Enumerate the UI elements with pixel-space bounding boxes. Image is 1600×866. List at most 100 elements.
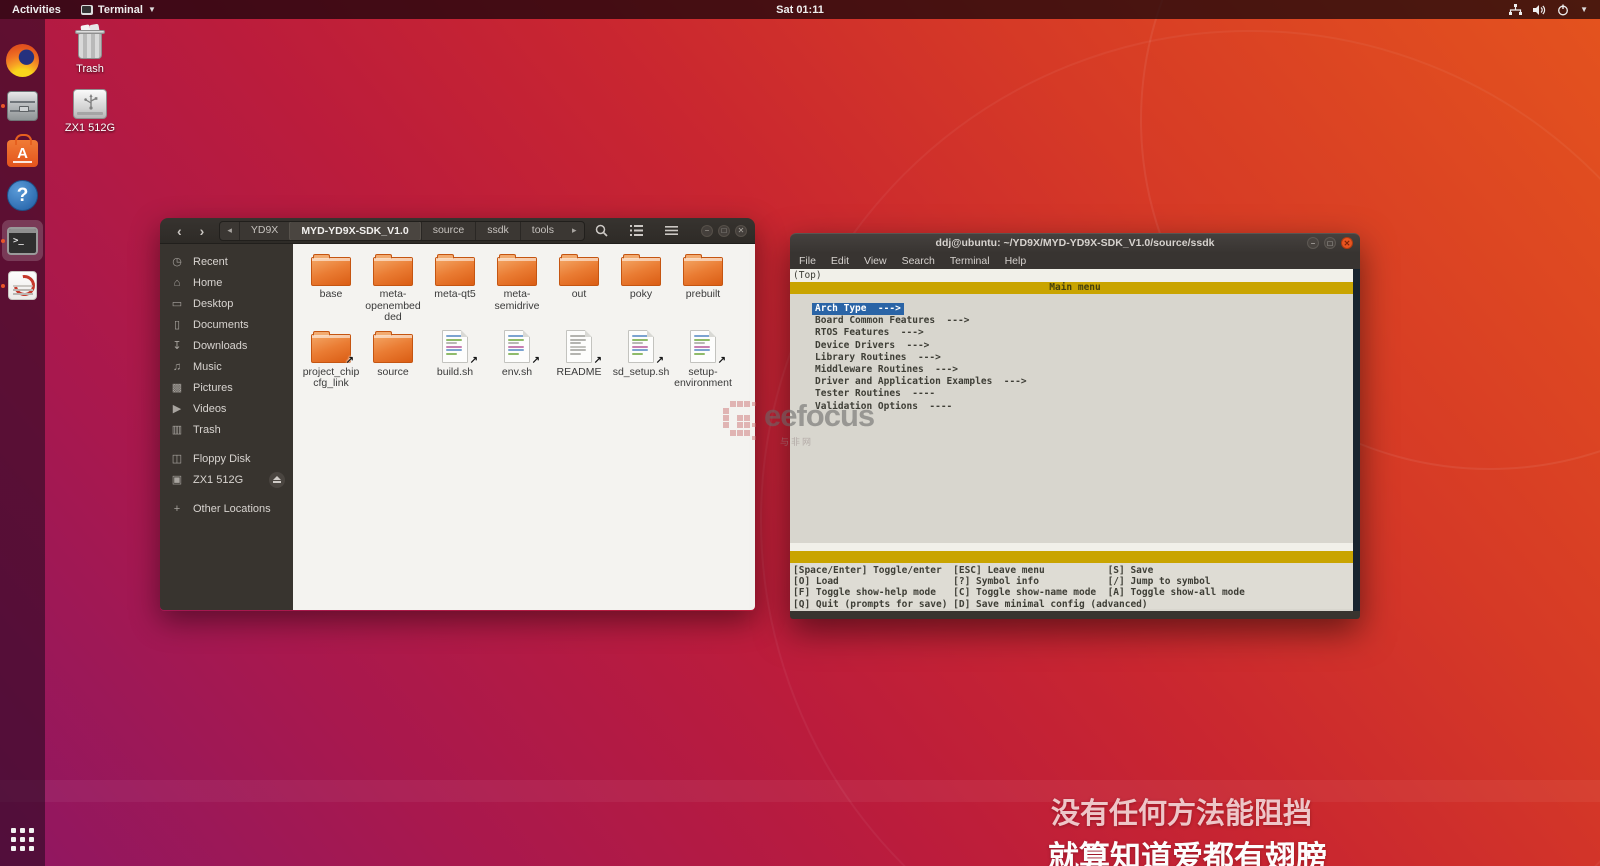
sidebar-item-documents[interactable]: ▯ Documents	[160, 314, 293, 335]
forward-button[interactable]: ›	[191, 219, 214, 243]
file-name: build.sh	[436, 365, 474, 378]
back-button[interactable]: ‹	[168, 219, 191, 243]
file-item-meta-openembedded[interactable]: meta-openembedded	[362, 252, 424, 324]
file-item-poky[interactable]: poky	[610, 252, 672, 301]
file-item-project_chipcfg_link[interactable]: ↗ project_chipcfg_link	[300, 330, 362, 390]
clock-label: Sat 01:11	[776, 3, 824, 16]
maximize-button[interactable]: □	[1324, 237, 1336, 249]
running-indicator	[1, 239, 5, 243]
dock: A ?	[0, 19, 45, 866]
sidebar-item-icon: ▥	[171, 424, 183, 436]
activities-label: Activities	[12, 3, 61, 16]
system-status-area[interactable]: ▼	[1509, 0, 1600, 19]
sidebar-item-videos[interactable]: ▶ Videos	[160, 398, 293, 419]
terminal-menu-edit[interactable]: Edit	[831, 255, 849, 267]
file-item-source[interactable]: source	[362, 330, 424, 379]
dock-item-ubuntu-software[interactable]: A	[2, 130, 43, 171]
menu-button[interactable]	[658, 222, 684, 240]
sidebar-item-music[interactable]: ♫ Music	[160, 356, 293, 377]
file-line	[508, 349, 525, 352]
show-applications-button[interactable]	[2, 822, 43, 856]
activities-button[interactable]: Activities	[0, 0, 73, 19]
path-scroll-left-icon[interactable]: ◂	[220, 225, 239, 236]
search-button[interactable]	[588, 222, 614, 240]
terminal-window: ddj@ubuntu: ~/YD9X/MYD-YD9X-SDK_V1.0/sou…	[790, 233, 1360, 619]
folder-icon	[682, 252, 724, 286]
terminal-menu-help[interactable]: Help	[1005, 255, 1027, 267]
close-button[interactable]: ✕	[1341, 237, 1353, 249]
eject-button[interactable]	[269, 471, 285, 488]
dock-item-files[interactable]	[1, 85, 43, 126]
file-item-README[interactable]: ↗ README	[548, 330, 610, 379]
sidebar-item-other-locations[interactable]: + Other Locations	[160, 498, 293, 519]
terminal-menu-search[interactable]: Search	[902, 255, 935, 267]
file-line	[632, 349, 649, 352]
dock-item-terminal[interactable]	[1, 220, 43, 261]
app-menu-button[interactable]: Terminal ▼	[73, 0, 164, 19]
file-item-build.sh[interactable]: ↗ build.sh	[424, 330, 486, 379]
file-item-setup-environment[interactable]: ↗ setup-environment	[672, 330, 734, 390]
file-item-env.sh[interactable]: ↗ env.sh	[486, 330, 548, 379]
clock[interactable]: Sat 01:11	[0, 4, 1600, 16]
keybind-line: [F] Toggle show-help mode [C] Toggle sho…	[793, 587, 1245, 599]
path-segment[interactable]: MYD-YD9X-SDK_V1.0	[289, 221, 421, 240]
terminal-scrollbar[interactable]	[1353, 269, 1360, 611]
file-item-sd_setup.sh[interactable]: ↗ sd_setup.sh	[610, 330, 672, 379]
sidebar-item-floppy-disk[interactable]: ◫ Floppy Disk	[160, 448, 293, 469]
file-item-meta-semidrive[interactable]: meta-semidrive	[486, 252, 548, 312]
file-item-prebuilt[interactable]: prebuilt	[672, 252, 734, 301]
minimize-button[interactable]: −	[701, 224, 713, 237]
folder-icon	[310, 252, 352, 286]
file-name: README	[556, 365, 602, 378]
file-line	[570, 342, 581, 345]
file-line	[446, 342, 457, 345]
path-segment[interactable]: source	[420, 221, 476, 240]
symlink-emblem-icon: ↗	[345, 354, 354, 366]
menuconfig-item[interactable]: Validation Options ----	[812, 401, 955, 413]
path-scroll-right-icon[interactable]: ▸	[565, 225, 584, 236]
path-segment[interactable]: tools	[519, 221, 565, 240]
folder-glyph	[435, 253, 475, 286]
dock-item-firefox[interactable]	[2, 40, 43, 81]
terminal-menu-file[interactable]: File	[799, 255, 816, 267]
files-icon	[7, 90, 38, 121]
minimize-button[interactable]: −	[1307, 237, 1319, 249]
sidebar-item-icon: ◫	[171, 453, 183, 465]
subtitle-line-2: 就算知道爱都有翅膀	[1048, 840, 1327, 866]
sidebar-item-desktop[interactable]: ▭ Desktop	[160, 293, 293, 314]
file-item-base[interactable]: base	[300, 252, 362, 301]
path-segment[interactable]: YD9X	[238, 221, 289, 240]
file-line	[446, 335, 463, 337]
terminal-menu-view[interactable]: View	[864, 255, 887, 267]
sidebar-item-label: Trash	[193, 423, 221, 436]
file-item-meta-qt5[interactable]: meta-qt5	[424, 252, 486, 301]
sidebar-item-downloads[interactable]: ↧ Downloads	[160, 335, 293, 356]
sidebar-item-pictures[interactable]: ▩ Pictures	[160, 377, 293, 398]
close-button[interactable]: ✕	[735, 224, 747, 237]
sidebar-item-home[interactable]: ⌂ Home	[160, 272, 293, 293]
file-line	[446, 338, 463, 341]
sidebar-item-zx1-512g[interactable]: ▣ ZX1 512G	[160, 469, 293, 490]
path-segment[interactable]: ssdk	[475, 221, 520, 240]
file-glyph	[628, 330, 654, 363]
power-icon	[1558, 4, 1569, 15]
dock-item-document-viewer[interactable]	[1, 265, 43, 306]
script-icon: ↗	[620, 330, 664, 366]
terminal-icon	[7, 226, 38, 255]
terminal-menu-terminal[interactable]: Terminal	[950, 255, 990, 267]
file-item-out[interactable]: out	[548, 252, 610, 301]
sidebar-item-recent[interactable]: ◷ Recent	[160, 251, 293, 272]
desktop-icon-trash[interactable]: Trash	[54, 24, 126, 75]
list-view-icon	[629, 225, 643, 236]
dock-item-help[interactable]: ?	[2, 175, 43, 216]
folder-icon	[434, 252, 476, 286]
folder-icon	[558, 252, 600, 286]
view-toggle-button[interactable]	[623, 222, 649, 240]
sidebar-item-trash[interactable]: ▥ Trash	[160, 419, 293, 440]
file-glyph	[566, 330, 592, 363]
terminal-titlebar[interactable]: ddj@ubuntu: ~/YD9X/MYD-YD9X-SDK_V1.0/sou…	[790, 233, 1360, 252]
file-name: env.sh	[501, 365, 533, 378]
file-line	[508, 335, 525, 337]
maximize-button[interactable]: □	[718, 224, 730, 237]
desktop-icon-zx1-512g[interactable]: ZX1 512G	[54, 89, 126, 134]
